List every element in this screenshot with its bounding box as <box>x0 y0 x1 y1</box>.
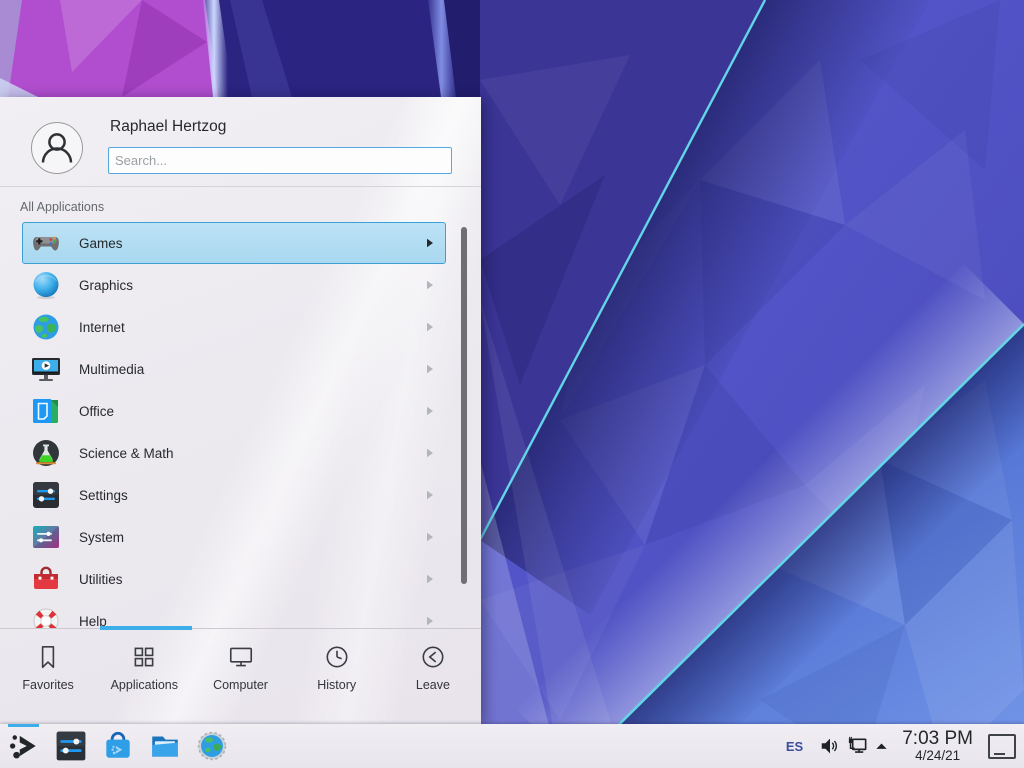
category-row-graphics[interactable]: Graphics <box>22 264 446 306</box>
category-label: Graphics <box>79 278 426 293</box>
submenu-arrow-icon <box>426 322 434 332</box>
discover-button[interactable] <box>101 729 135 763</box>
kde-launcher-icon <box>7 729 41 763</box>
show-desktop-button[interactable] <box>988 734 1016 759</box>
desktop: Raphael Hertzog All Applications Games Gr… <box>0 0 1024 768</box>
submenu-arrow-icon <box>426 616 434 626</box>
globe-icon <box>30 311 62 343</box>
clock-date: 4/24/21 <box>915 749 960 763</box>
category-label: Internet <box>79 320 426 335</box>
discover-bag-icon <box>101 729 135 763</box>
header-divider <box>0 186 481 187</box>
category-label: Science & Math <box>79 446 426 461</box>
clock-icon <box>323 643 351 671</box>
toolbox-icon <box>30 563 62 595</box>
volume-icon[interactable] <box>819 735 841 757</box>
grid-icon <box>130 643 158 671</box>
tab-favorites[interactable]: Favorites <box>0 630 96 724</box>
list-scrollbar[interactable] <box>461 227 467 584</box>
active-task-indicator <box>8 724 39 727</box>
category-row-settings[interactable]: Settings <box>22 474 446 516</box>
submenu-arrow-icon <box>426 574 434 584</box>
taskbar-app-icons <box>7 729 229 763</box>
tab-label: History <box>317 678 356 692</box>
sliders-dark-icon <box>30 479 62 511</box>
keyboard-layout-indicator[interactable]: ES <box>786 739 803 754</box>
network-icon[interactable] <box>846 735 869 758</box>
bookmark-icon <box>34 643 62 671</box>
application-launcher-button[interactable] <box>7 729 41 763</box>
category-row-office[interactable]: Office <box>22 390 446 432</box>
paint-sphere-icon <box>30 269 62 301</box>
monitor-icon <box>227 643 255 671</box>
tab-label: Computer <box>213 678 268 692</box>
category-label: Utilities <box>79 572 426 587</box>
category-row-system[interactable]: System <box>22 516 446 558</box>
tabbar-divider <box>0 628 481 629</box>
tray-icons <box>814 735 889 758</box>
category-row-help[interactable]: Help <box>22 600 446 629</box>
submenu-arrow-icon <box>426 490 434 500</box>
category-label: System <box>79 530 426 545</box>
clock-time: 7:03 PM <box>902 729 973 749</box>
digital-clock[interactable]: 7:03 PM 4/24/21 <box>902 729 973 763</box>
tab-label: Leave <box>416 678 450 692</box>
gamepad-icon <box>30 227 62 259</box>
tab-leave[interactable]: Leave <box>385 630 481 724</box>
web-browser-button[interactable] <box>195 729 229 763</box>
submenu-arrow-icon <box>426 448 434 458</box>
folder-icon <box>148 729 182 763</box>
user-name: Raphael Hertzog <box>110 118 226 136</box>
category-row-multimedia[interactable]: Multimedia <box>22 348 446 390</box>
category-label: Settings <box>79 488 426 503</box>
category-label: Office <box>79 404 426 419</box>
user-avatar[interactable] <box>30 121 84 175</box>
file-manager-button[interactable] <box>148 729 182 763</box>
search-input[interactable] <box>108 147 452 174</box>
leave-icon <box>419 643 447 671</box>
tab-label: Applications <box>111 678 178 692</box>
tab-label: Favorites <box>22 678 73 692</box>
sliders-color-icon <box>30 521 62 553</box>
tab-computer[interactable]: Computer <box>192 630 288 724</box>
lifebuoy-icon <box>30 605 62 629</box>
expand-tray-icon[interactable] <box>874 739 889 754</box>
category-row-science-math[interactable]: Science & Math <box>22 432 446 474</box>
category-label: Multimedia <box>79 362 426 377</box>
system-tray: ES 7:03 PM 4/24/21 <box>786 724 1024 768</box>
tab-history[interactable]: History <box>289 630 385 724</box>
system-settings-button[interactable] <box>54 729 88 763</box>
category-label: Games <box>79 236 426 251</box>
category-list: Games Graphics Internet Multimedia Office Sci… <box>22 222 446 629</box>
category-row-internet[interactable]: Internet <box>22 306 446 348</box>
taskbar: ES 7:03 PM 4/24/21 <box>0 724 1024 768</box>
documents-icon <box>30 395 62 427</box>
tab-bar: Favorites Applications Computer History Leav… <box>0 630 481 724</box>
application-launcher-menu: Raphael Hertzog All Applications Games Gr… <box>0 97 481 724</box>
submenu-arrow-icon <box>426 238 434 248</box>
category-row-utilities[interactable]: Utilities <box>22 558 446 600</box>
category-row-games[interactable]: Games <box>22 222 446 264</box>
submenu-arrow-icon <box>426 364 434 374</box>
system-settings-icon <box>54 729 88 763</box>
section-label: All Applications <box>20 200 104 214</box>
flask-icon <box>30 437 62 469</box>
submenu-arrow-icon <box>426 532 434 542</box>
submenu-arrow-icon <box>426 406 434 416</box>
browser-globe-icon <box>195 729 229 763</box>
media-screen-icon <box>30 353 62 385</box>
submenu-arrow-icon <box>426 280 434 290</box>
tab-applications[interactable]: Applications <box>96 630 192 724</box>
